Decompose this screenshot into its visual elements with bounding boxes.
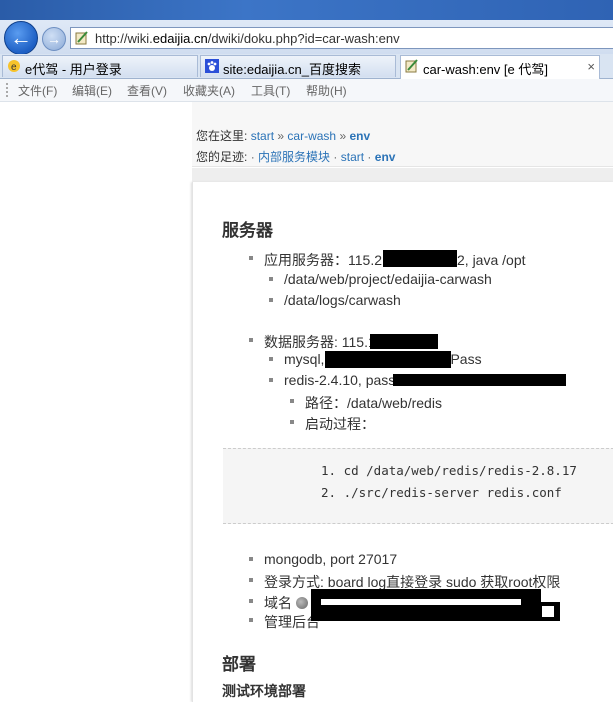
redaction-gap [542, 606, 554, 617]
redaction-block [311, 589, 541, 621]
code-line: 2. ./src/redis-server redis.conf [321, 485, 562, 500]
menu-bar: 文件(F) 编辑(E) 查看(V) 收藏夹(A) 工具(T) 帮助(H) [0, 79, 613, 102]
menu-tools[interactable]: 工具(T) [251, 82, 290, 99]
svg-text:e: e [11, 62, 17, 73]
list-item-path: /data/logs/carwash [269, 292, 401, 308]
dokuwiki-icon [75, 31, 88, 45]
address-bar[interactable]: http://wiki.edaijia.cn/dwiki/doku.php?id… [70, 27, 613, 49]
page-gap [192, 168, 613, 182]
breadcrumb: 您在这里: start » car-wash » env 您的足迹: · 内部服… [192, 102, 613, 167]
menu-view[interactable]: 查看(V) [127, 82, 167, 99]
breadcrumb-trace: 您的足迹: · 内部服务模块 · start · env [196, 150, 396, 164]
list-item-redis-path: 路径：/data/web/redis [290, 393, 442, 413]
list-item-path: /data/web/project/edaijia-carwash [269, 271, 492, 287]
heading-deploy: 部署 [222, 655, 256, 674]
browser-chrome: ← → http://wiki.edaijia.cn/dwiki/doku.ph… [0, 0, 613, 103]
menu-edit[interactable]: 编辑(E) [72, 82, 112, 99]
forward-arrow-icon: → [47, 31, 61, 47]
back-arrow-icon: ← [10, 25, 32, 50]
trace-start[interactable]: start [341, 150, 364, 164]
baidu-paw-icon [205, 59, 219, 73]
crumb-start[interactable]: start [251, 129, 274, 143]
back-button[interactable]: ← [4, 21, 38, 55]
dokuwiki-icon [405, 59, 418, 73]
redaction-block [370, 334, 438, 349]
title-strip [0, 0, 613, 22]
tab-baidu-search[interactable]: site:edaijia.cn_百度搜索 [200, 55, 396, 77]
page-content: 您在这里: start » car-wash » env 您的足迹: · 内部服… [0, 102, 613, 702]
tab-car-wash-env[interactable]: car-wash:env [e 代驾] × [400, 55, 600, 79]
wiki-page: 服务器 应用服务器：115.2 2, java /opt /data/web/pr… [192, 182, 613, 702]
code-line: 1. cd /data/web/redis/redis-2.8.17 [321, 463, 577, 478]
list-item-domain: 域名 [249, 593, 308, 613]
crumb-env[interactable]: env [349, 129, 370, 143]
breadcrumb-location: 您在这里: start » car-wash » env [196, 129, 371, 143]
list-item-redis: redis-2.4.10, pass [269, 372, 395, 388]
tab-bar: e e代驾 - 用户登录 site:edaijia.cn_百度搜索 car-wa… [0, 54, 613, 79]
menu-help[interactable]: 帮助(H) [306, 82, 347, 99]
forward-button[interactable]: → [42, 27, 66, 51]
close-tab-icon[interactable]: × [587, 59, 595, 74]
toolbar-grip [6, 83, 10, 97]
redaction-block [383, 250, 457, 267]
code-block: 1. cd /data/web/redis/redis-2.8.17 2. ./… [223, 448, 613, 524]
menu-favorites[interactable]: 收藏夹(A) [183, 82, 235, 99]
heading-servers: 服务器 [222, 221, 273, 240]
list-item-db-server: 数据服务器: 115.1 [249, 332, 376, 352]
heading-test-deploy: 测试环境部署 [222, 683, 306, 699]
tab-edaijia-login[interactable]: e e代驾 - 用户登录 [2, 55, 198, 77]
redaction-gap [321, 599, 521, 605]
redaction-block [393, 374, 566, 386]
edaijia-favicon: e [8, 60, 20, 73]
list-item-mongodb: mongodb, port 27017 [249, 551, 397, 567]
address-url[interactable]: http://wiki.edaijia.cn/dwiki/doku.php?id… [95, 31, 400, 46]
crumb-car-wash[interactable]: car-wash [287, 129, 336, 143]
redaction-block [325, 351, 451, 368]
globe-icon [296, 597, 308, 609]
list-item-redis-start: 启动过程： [290, 414, 375, 434]
menu-file[interactable]: 文件(F) [18, 82, 57, 99]
trace-internal-services[interactable]: 内部服务模块 [258, 150, 330, 164]
trace-env[interactable]: env [375, 150, 396, 164]
